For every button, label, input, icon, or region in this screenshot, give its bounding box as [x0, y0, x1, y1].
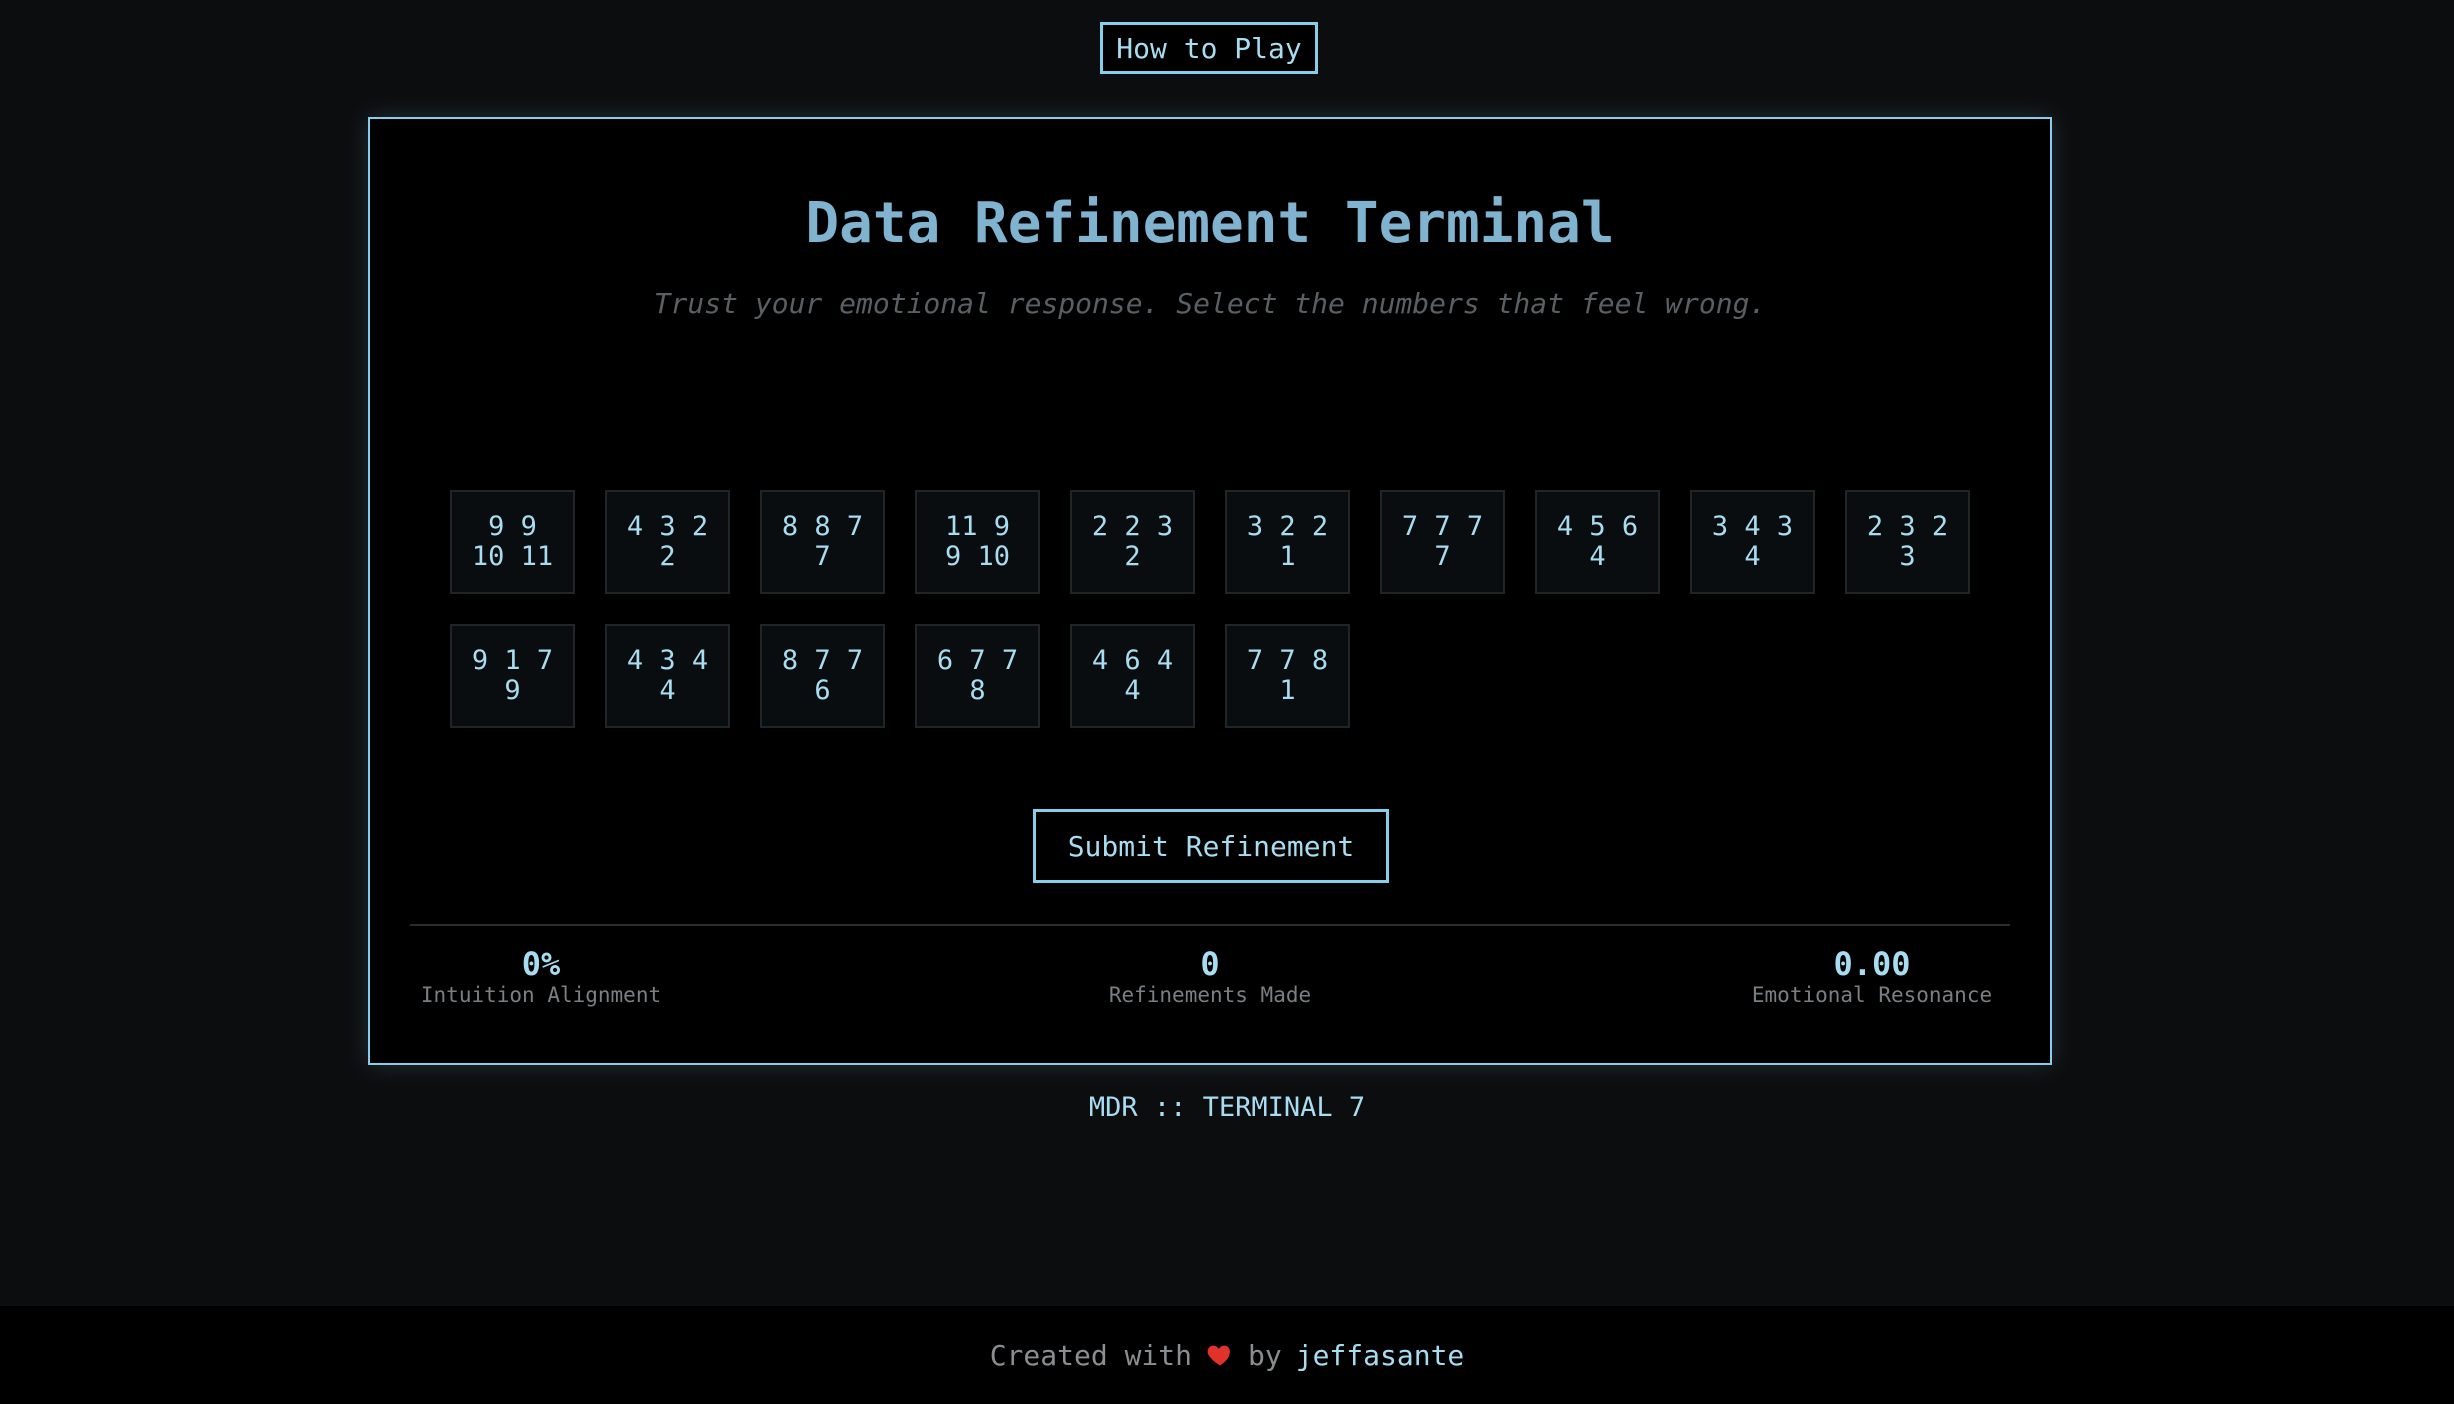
- cell-line-2: 3: [1899, 541, 1916, 572]
- cell-line-2: 2: [659, 541, 676, 572]
- stat-label: Intuition Alignment: [420, 983, 662, 1007]
- terminal-id-label: MDR :: TERMINAL 7: [1088, 1092, 1366, 1123]
- cell-line-1: 7 7 8: [1246, 645, 1329, 676]
- cell-line-1: 3 2 2: [1246, 511, 1329, 542]
- page-title: Data Refinement Terminal: [805, 191, 1615, 256]
- number-cell[interactable]: 4 6 44: [1070, 624, 1195, 728]
- cell-line-1: 6 7 7: [936, 645, 1019, 676]
- refinement-terminal: Data Refinement Terminal Trust your emot…: [368, 117, 2052, 1065]
- cell-line-1: 9 9: [488, 511, 537, 542]
- cell-line-1: 8 8 7: [781, 511, 864, 542]
- cell-line-2: 4: [1124, 675, 1141, 706]
- cell-line-2: 4: [1589, 541, 1606, 572]
- cell-line-2: 2: [1124, 541, 1141, 572]
- stat-label: Refinements Made: [1108, 983, 1312, 1007]
- cell-line-1: 7 7 7: [1401, 511, 1484, 542]
- cell-line-2: 4: [1744, 541, 1761, 572]
- cell-line-1: 11 9: [944, 511, 1011, 542]
- number-cell[interactable]: 4 5 64: [1535, 490, 1660, 594]
- number-cell[interactable]: 2 3 23: [1845, 490, 1970, 594]
- cell-line-1: 4 5 6: [1556, 511, 1639, 542]
- credit-prefix: Created with: [989, 1338, 1192, 1372]
- heart-icon: [1206, 1341, 1234, 1369]
- cell-line-2: 10 11: [471, 541, 554, 572]
- number-cell[interactable]: 9 1 79: [450, 624, 575, 728]
- number-cell[interactable]: 4 3 22: [605, 490, 730, 594]
- cell-line-2: 7: [1434, 541, 1451, 572]
- number-cell[interactable]: 8 8 77: [760, 490, 885, 594]
- cell-line-2: 7: [814, 541, 831, 572]
- number-cell[interactable]: 7 7 77: [1380, 490, 1505, 594]
- cell-line-2: 9: [504, 675, 521, 706]
- cell-line-1: 2 2 3: [1091, 511, 1174, 542]
- cell-line-2: 4: [659, 675, 676, 706]
- cell-line-2: 1: [1279, 541, 1296, 572]
- how-to-play-button[interactable]: How to Play: [1100, 22, 1318, 74]
- submit-refinement-button[interactable]: Submit Refinement: [1033, 809, 1389, 883]
- number-cell[interactable]: 7 7 81: [1225, 624, 1350, 728]
- stats-divider: [410, 924, 2010, 926]
- cell-line-2: 8: [969, 675, 986, 706]
- cell-line-2: 1: [1279, 675, 1296, 706]
- cell-line-1: 8 7 7: [781, 645, 864, 676]
- cell-line-2: 9 10: [944, 541, 1011, 572]
- stat-value: 0%: [521, 945, 561, 983]
- credit-by: by: [1248, 1338, 1282, 1372]
- cell-line-1: 4 3 2: [626, 511, 709, 542]
- number-cell[interactable]: 6 7 78: [915, 624, 1040, 728]
- author-link[interactable]: jeffasante: [1296, 1339, 1465, 1372]
- number-cell[interactable]: 3 4 34: [1690, 490, 1815, 594]
- number-cell[interactable]: 4 3 44: [605, 624, 730, 728]
- credit-bar: Created with by jeffasante: [0, 1306, 2454, 1404]
- number-cell[interactable]: 3 2 21: [1225, 490, 1350, 594]
- stat-value: 0: [1200, 945, 1220, 983]
- number-cell[interactable]: 11 99 10: [915, 490, 1040, 594]
- cell-line-1: 2 3 2: [1866, 511, 1949, 542]
- cell-line-1: 4 3 4: [626, 645, 709, 676]
- cell-line-1: 3 4 3: [1711, 511, 1794, 542]
- number-cell[interactable]: 2 2 32: [1070, 490, 1195, 594]
- stat-intuition-alignment: 0% Intuition Alignment: [391, 946, 691, 1008]
- number-cell[interactable]: 9 9 10 11: [450, 490, 575, 594]
- cell-line-1: 4 6 4: [1091, 645, 1174, 676]
- stat-emotional-resonance: 0.00 Emotional Resonance: [1722, 946, 2022, 1008]
- stat-label: Emotional Resonance: [1751, 983, 1993, 1007]
- number-grid: 9 9 10 11 4 3 22 8 8 77 11 99 10 2 2 32 3…: [450, 490, 1995, 728]
- page-subtitle: Trust your emotional response. Select th…: [653, 287, 1767, 320]
- stat-value: 0.00: [1833, 945, 1911, 983]
- stat-refinements-made: 0 Refinements Made: [1060, 946, 1360, 1008]
- cell-line-1: 9 1 7: [471, 645, 554, 676]
- cell-line-2: 6: [814, 675, 831, 706]
- number-cell[interactable]: 8 7 76: [760, 624, 885, 728]
